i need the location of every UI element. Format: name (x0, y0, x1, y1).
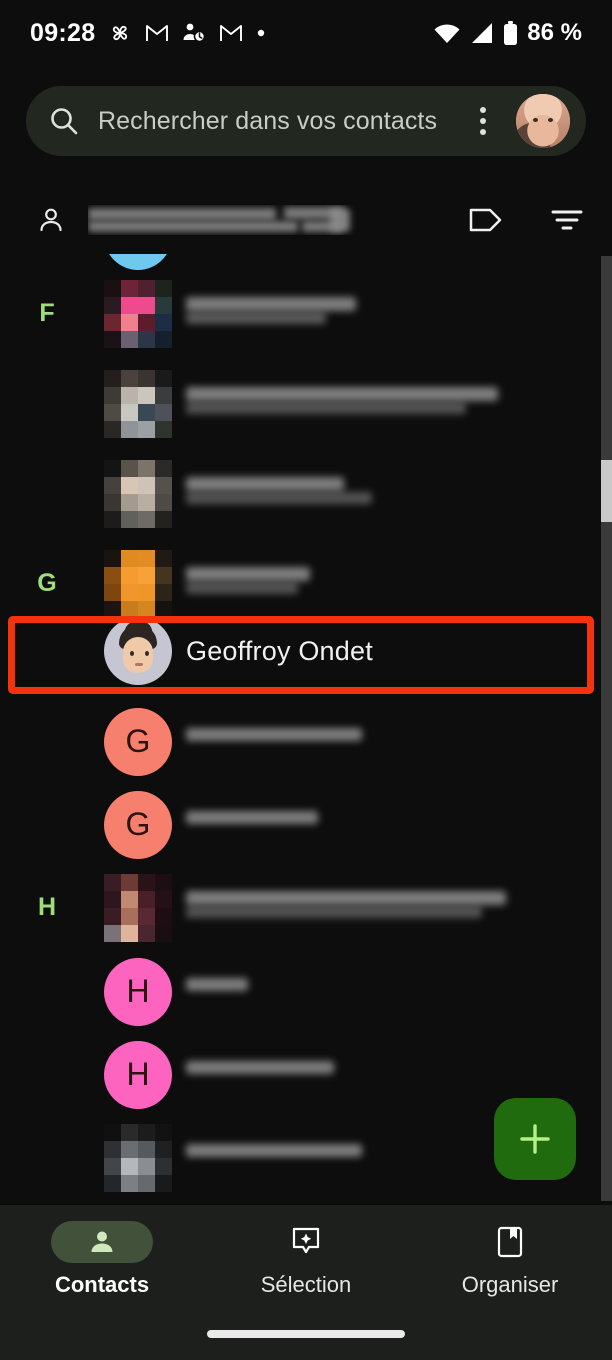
contact-photo-avatar[interactable] (104, 279, 172, 348)
person-filled-icon (51, 1221, 153, 1263)
status-bar-right: 86 % (433, 19, 582, 47)
gmail-icon (145, 23, 169, 43)
account-row[interactable] (0, 186, 612, 254)
label-tag-icon[interactable] (468, 205, 506, 235)
wifi-icon (433, 22, 461, 44)
section-header-f: F (39, 299, 55, 327)
account-email-redacted (88, 205, 446, 235)
contacts-sync-icon (182, 22, 206, 44)
nav-item-contacts[interactable]: Contacts (0, 1221, 204, 1298)
memoji-avatar[interactable] (104, 617, 172, 685)
bookmark-book-icon (459, 1221, 561, 1263)
contact-initial-avatar[interactable]: G (104, 707, 172, 776)
scrollbar-track[interactable] (601, 256, 612, 1201)
nav-label-organiser: Organiser (461, 1272, 559, 1297)
list-item[interactable]: G (0, 700, 612, 783)
gesture-handle[interactable] (207, 1330, 405, 1338)
kebab-menu-icon[interactable] (468, 107, 498, 135)
drive-pinwheel-icon (108, 21, 132, 45)
contact-initial-avatar[interactable]: H (104, 957, 172, 1026)
section-header-g: G (37, 569, 57, 597)
contact-initial-avatar[interactable]: H (104, 1040, 172, 1109)
contact-name: Geoffroy Ondet (186, 635, 373, 666)
contact-photo-avatar[interactable] (104, 369, 172, 438)
search-input[interactable]: Rechercher dans vos contacts (98, 107, 450, 136)
plus-icon (517, 1121, 553, 1157)
list-item-partial-avatar[interactable] (104, 254, 172, 270)
list-item[interactable] (0, 362, 612, 445)
account-avatar[interactable] (516, 94, 570, 148)
scrollbar-thumb[interactable] (601, 460, 612, 522)
contact-row-geoffroy-ondet[interactable]: Geoffroy Ondet (0, 606, 612, 696)
status-bar-left: 09:28 (30, 19, 266, 48)
list-item[interactable]: G (0, 783, 612, 866)
filter-icon[interactable] (550, 206, 584, 234)
add-contact-fab[interactable] (494, 1098, 576, 1180)
status-bar-clock: 09:28 (30, 18, 96, 47)
contact-initial-avatar[interactable]: G (104, 790, 172, 859)
more-dot-icon (256, 28, 266, 38)
list-item[interactable]: F (0, 272, 612, 355)
nav-label-contacts: Contacts (54, 1272, 150, 1297)
nav-item-selection[interactable]: Sélection (204, 1221, 408, 1298)
battery-icon (503, 21, 518, 45)
phone-screen: 09:28 86 % Rechercher dans vos contacts … (0, 0, 612, 1360)
search-icon (48, 105, 80, 137)
contact-list[interactable]: F G Geoffroy Ondet G G H H H (0, 254, 612, 1205)
cellular-signal-icon (470, 22, 494, 44)
person-icon (36, 205, 66, 235)
nav-label-selection: Sélection (260, 1272, 352, 1297)
section-header-h: H (37, 893, 57, 921)
sparkle-bubble-icon (255, 1221, 357, 1263)
list-item[interactable] (0, 452, 612, 535)
contact-photo-avatar[interactable] (104, 873, 172, 942)
list-item[interactable]: H (0, 950, 612, 1033)
battery-percent-label: 86 % (527, 19, 582, 46)
bottom-navigation: Contacts Sélection Organiser (0, 1205, 612, 1360)
account-row-actions (468, 205, 584, 235)
nav-item-organiser[interactable]: Organiser (408, 1221, 612, 1298)
gmail-icon-2 (219, 23, 243, 43)
search-bar[interactable]: Rechercher dans vos contacts (26, 86, 586, 156)
status-bar: 09:28 86 % (0, 0, 612, 66)
contact-photo-avatar[interactable] (104, 459, 172, 528)
list-item[interactable]: H (0, 866, 612, 949)
contact-photo-avatar[interactable] (104, 1123, 172, 1192)
